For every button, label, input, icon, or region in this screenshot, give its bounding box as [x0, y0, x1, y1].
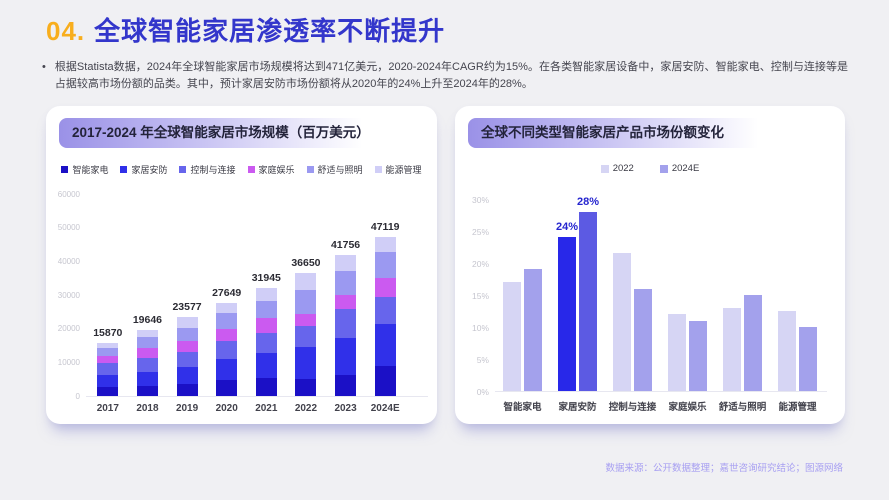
bar-segment [97, 375, 118, 387]
bar [634, 289, 652, 391]
bar-segment [295, 347, 316, 378]
bar-total-label: 36650 [274, 257, 338, 269]
y-axis-tick-label: 30% [459, 195, 489, 205]
x-axis-category-label: 2024E [357, 403, 413, 414]
bar-segment [137, 330, 158, 337]
bar-segment [375, 278, 396, 297]
bar-value-label: 24% [547, 221, 587, 233]
bar-segment [137, 386, 158, 396]
bar-segment [375, 366, 396, 396]
summary-text: 根据Statista数据，2024年全球智能家居市场规模将达到471亿美元，20… [55, 59, 848, 93]
y-axis-tick-label: 10% [459, 323, 489, 333]
bar [579, 212, 597, 391]
y-axis-tick-label: 30000 [48, 291, 80, 300]
bar-segment [335, 295, 356, 309]
market-size-chart-card: 2017-2024 年全球智能家居市场规模（百万美元） 智能家电家居安防控制与连… [46, 106, 437, 424]
bar-segment [256, 318, 277, 332]
y-axis-tick-label: 20% [459, 259, 489, 269]
stacked-bar-chart: 0100002000030000400005000060000158702017… [46, 106, 437, 424]
bar [723, 308, 741, 391]
bar-segment [216, 329, 237, 341]
slide: 04. 全球智能家居渗透率不断提升 • 根据Statista数据，2024年全球智… [0, 0, 889, 500]
bar-segment [335, 338, 356, 376]
grouped-bar-chart: 0%5%10%15%20%25%30%智能家电家居安防控制与连接家庭娱乐舒适与照… [455, 106, 845, 424]
bar-segment [97, 387, 118, 396]
bar-segment [137, 337, 158, 348]
bar-segment [97, 363, 118, 375]
bar-segment [375, 297, 396, 324]
bar-segment [137, 372, 158, 386]
bar-segment [295, 314, 316, 325]
bar-total-label: 47119 [353, 221, 417, 233]
bar [613, 253, 631, 391]
bar-segment [177, 367, 198, 384]
bar-total-label: 27649 [195, 287, 259, 299]
bar-segment [256, 353, 277, 378]
bar-segment [335, 271, 356, 295]
bar [744, 295, 762, 391]
bullet-marker-icon: • [42, 59, 46, 93]
bar-segment [177, 341, 198, 352]
bar-segment [137, 348, 158, 358]
page-number: 04. [46, 16, 85, 46]
bar-segment [177, 384, 198, 396]
bar-segment [177, 328, 198, 341]
bar-segment [335, 255, 356, 270]
bar-segment [177, 352, 198, 367]
bar-segment [256, 378, 277, 396]
x-axis-category-label: 能源管理 [765, 399, 830, 413]
x-axis-line [495, 391, 827, 392]
y-axis-tick-label: 25% [459, 227, 489, 237]
summary-bullet: • 根据Statista数据，2024年全球智能家居市场规模将达到471亿美元，… [42, 59, 848, 93]
y-axis-tick-label: 60000 [48, 190, 80, 199]
y-axis-tick-label: 40000 [48, 257, 80, 266]
y-axis-tick-label: 0 [48, 392, 80, 401]
bar-segment [177, 317, 198, 328]
y-axis-tick-label: 0% [459, 387, 489, 397]
x-axis-line [86, 396, 428, 397]
bar [689, 321, 707, 391]
bar [778, 311, 796, 391]
bar [524, 269, 542, 391]
bar-segment [256, 333, 277, 354]
bar-segment [335, 375, 356, 396]
bar-segment [137, 358, 158, 372]
bar [668, 314, 686, 391]
bar-segment [375, 324, 396, 365]
bar-segment [256, 301, 277, 319]
bar-value-label: 28% [568, 196, 608, 208]
y-axis-tick-label: 50000 [48, 223, 80, 232]
bar-segment [216, 341, 237, 360]
bar-segment [97, 348, 118, 356]
bar-segment [375, 237, 396, 251]
bar-segment [295, 273, 316, 290]
bar-segment [295, 326, 316, 348]
data-source-note: 数据来源：公开数据整理；嘉世咨询研究结论；图源网络 [605, 460, 843, 474]
bar-segment [216, 359, 237, 380]
y-axis-tick-label: 10000 [48, 358, 80, 367]
page-title: 04. 全球智能家居渗透率不断提升 [46, 11, 445, 48]
bar-total-label: 19646 [115, 314, 179, 326]
bar [503, 282, 521, 391]
bar-total-label: 15870 [76, 327, 140, 339]
bar-segment [256, 288, 277, 300]
bar [558, 237, 576, 391]
market-share-chart-card: 全球不同类型智能家居产品市场份额变化 20222024E 0%5%10%15%2… [455, 106, 845, 424]
bar-segment [97, 343, 118, 348]
bar-segment [295, 290, 316, 314]
y-axis-tick-label: 5% [459, 355, 489, 365]
bar-segment [335, 309, 356, 338]
bar-total-label: 31945 [234, 272, 298, 284]
y-axis-tick-label: 15% [459, 291, 489, 301]
bar-total-label: 41756 [314, 239, 378, 251]
bar-total-label: 23577 [155, 301, 219, 313]
bar-segment [216, 303, 237, 313]
bar-segment [216, 313, 237, 329]
bar-segment [295, 379, 316, 396]
bar-segment [375, 252, 396, 278]
bar-segment [216, 380, 237, 396]
bar [799, 327, 817, 391]
page-title-text: 全球智能家居渗透率不断提升 [94, 16, 445, 46]
bar-segment [97, 356, 118, 363]
